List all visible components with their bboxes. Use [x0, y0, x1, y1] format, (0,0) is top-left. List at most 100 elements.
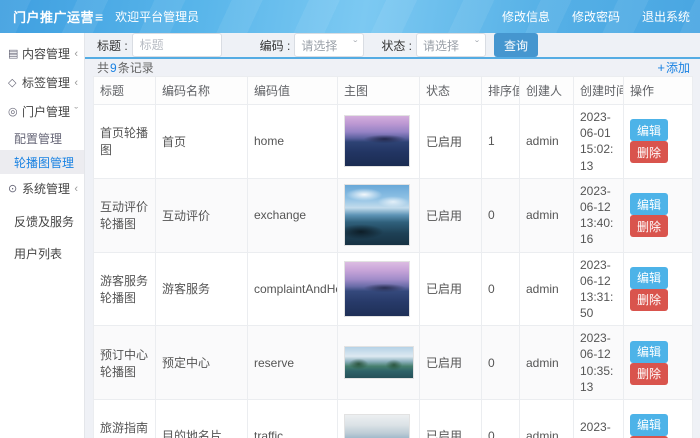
col-header-title: 标题 [94, 77, 156, 105]
cell-sort: 0 [482, 178, 520, 252]
cell-main-image [338, 105, 420, 179]
sidebar: ▤ 内容管理 ‹ ◇ 标签管理 ‹ ◎ 门户管理 ˇ 配置管理 轮播图管理 ⊙ … [0, 33, 85, 438]
sidebar-item-label: 门户管理 [22, 103, 74, 120]
cell-creator: admin [520, 178, 574, 252]
cell-sort: 0 [482, 400, 520, 438]
col-header-code-value: 编码值 [248, 77, 338, 105]
cell-code-name: 首页 [156, 105, 248, 179]
cell-created-time: 2023-06-01 15:02:13 [574, 105, 624, 179]
col-header-sort: 排序值 [482, 77, 520, 105]
record-count: 共9条记录 [97, 59, 154, 76]
search-button[interactable]: 查询 [494, 33, 538, 57]
col-header-operations: 操作 [624, 77, 693, 105]
edit-button[interactable]: 编辑 [630, 119, 668, 141]
chevron-down-icon: ˇ [353, 38, 357, 52]
cell-code-name: 预定中心 [156, 326, 248, 400]
delete-button[interactable]: 删除 [630, 363, 668, 385]
cell-operations: 编辑删除 [624, 178, 693, 252]
status-filter-label: 状态 : [381, 37, 412, 54]
cell-code-value: home [248, 105, 338, 179]
content-manage-icon: ▤ [8, 47, 22, 60]
header-links: 修改信息 修改密码 退出系统 [502, 8, 690, 25]
cell-title: 互动评价轮播图 [94, 178, 156, 252]
top-header: 门户推广运营 ≡ 欢迎平台管理员 修改信息 修改密码 退出系统 [0, 0, 700, 33]
table-row: 旅游指南轮播图 目的地名片 traffic 已启用 0 admin 2023-0… [94, 400, 693, 438]
cell-code-value: reserve [248, 326, 338, 400]
col-header-main-image: 主图 [338, 77, 420, 105]
table-row: 游客服务轮播图 游客服务 complaintAndHelp 已启用 0 admi… [94, 252, 693, 326]
add-button[interactable]: +添加 [657, 59, 690, 76]
cell-operations: 编辑删除 [624, 252, 693, 326]
cell-created-time: 2023-06-12 10:35:13 [574, 326, 624, 400]
sunset-pier-photo [344, 115, 410, 167]
edit-button[interactable]: 编辑 [630, 341, 668, 363]
tag-manage-icon: ◇ [8, 76, 22, 89]
edit-button[interactable]: 编辑 [630, 193, 668, 215]
table-row: 首页轮播图 首页 home 已启用 1 admin 2023-06-01 15:… [94, 105, 693, 179]
cell-title: 旅游指南轮播图 [94, 400, 156, 438]
code-select[interactable]: 请选择 ˇ [294, 33, 364, 57]
status-select-value: 请选择 [423, 37, 475, 54]
sidebar-item-system-manage[interactable]: ⊙ 系统管理 ‹ [0, 174, 84, 203]
sidebar-item-label: 标签管理 [22, 74, 74, 91]
cell-creator: admin [520, 252, 574, 326]
status-select[interactable]: 请选择 ˇ [416, 33, 486, 57]
cell-created-time: 2023-06-12 13:40:16 [574, 178, 624, 252]
cell-main-image [338, 326, 420, 400]
edit-info-link[interactable]: 修改信息 [502, 8, 550, 25]
cell-code-value: traffic [248, 400, 338, 438]
cell-code-value: complaintAndHelp [248, 252, 338, 326]
cell-sort: 0 [482, 252, 520, 326]
sidebar-item-feedback-service[interactable]: 反馈及服务 [0, 207, 84, 235]
sidebar-item-portal-manage[interactable]: ◎ 门户管理 ˇ [0, 97, 84, 126]
cell-created-time: 2023-06-12 13:31:50 [574, 252, 624, 326]
cell-status: 已启用 [420, 105, 482, 179]
col-header-created-time: 创建时间 [574, 77, 624, 105]
cell-code-value: exchange [248, 178, 338, 252]
delete-button[interactable]: 删除 [630, 141, 668, 163]
sidebar-item-label: 系统管理 [22, 180, 74, 197]
logout-link[interactable]: 退出系统 [642, 8, 690, 25]
sidebar-item-user-list[interactable]: 用户列表 [0, 239, 84, 267]
delete-button[interactable]: 删除 [630, 215, 668, 237]
carousel-table: 标题 编码名称 编码值 主图 状态 排序值 创建人 创建时间 操作 首页轮播图 [93, 76, 693, 438]
cell-main-image [338, 252, 420, 326]
sidebar-item-tag-manage[interactable]: ◇ 标签管理 ‹ [0, 68, 84, 97]
cell-created-time: 2023-06-12 [574, 400, 624, 438]
change-password-link[interactable]: 修改密码 [572, 8, 620, 25]
main-content: 标题 : 编码 : 请选择 ˇ 状态 : 请选择 ˇ 查询 共9条记录 +添加 [85, 33, 700, 438]
chevron-left-icon: ‹ [74, 77, 78, 89]
cell-code-name: 目的地名片 [156, 400, 248, 438]
cell-code-name: 游客服务 [156, 252, 248, 326]
edit-button[interactable]: 编辑 [630, 414, 668, 436]
sidebar-item-label: 内容管理 [22, 45, 74, 62]
carousel-table-wrap: 标题 编码名称 编码值 主图 状态 排序值 创建人 创建时间 操作 首页轮播图 [93, 76, 692, 438]
record-count-suffix: 条记录 [118, 61, 154, 75]
chevron-left-icon: ‹ [74, 183, 78, 195]
system-manage-icon: ⊙ [8, 182, 22, 195]
menu-toggle-icon[interactable]: ≡ [95, 9, 103, 25]
record-count-prefix: 共 [97, 61, 109, 75]
rocky-sea-photo [344, 184, 410, 246]
beach-resort-photo [344, 346, 414, 379]
sidebar-subitem-carousel-manage[interactable]: 轮播图管理 [0, 150, 84, 174]
sidebar-subitem-config-manage[interactable]: 配置管理 [0, 126, 84, 150]
table-row: 互动评价轮播图 互动评价 exchange 已启用 0 admin 2023-0… [94, 178, 693, 252]
col-header-creator: 创建人 [520, 77, 574, 105]
cell-status: 已启用 [420, 178, 482, 252]
col-header-status: 状态 [420, 77, 482, 105]
chevron-down-icon: ˇ [475, 38, 479, 52]
title-filter-input[interactable] [132, 33, 222, 57]
welcome-text: 欢迎平台管理员 [115, 8, 199, 25]
portal-manage-icon: ◎ [8, 105, 22, 118]
aerial-beach-photo [344, 414, 410, 438]
code-filter-label: 编码 : [260, 37, 291, 54]
cell-title: 首页轮播图 [94, 105, 156, 179]
edit-button[interactable]: 编辑 [630, 267, 668, 289]
sunset-pier-photo [344, 261, 410, 317]
sidebar-item-content-manage[interactable]: ▤ 内容管理 ‹ [0, 39, 84, 68]
cell-creator: admin [520, 326, 574, 400]
cell-main-image [338, 178, 420, 252]
delete-button[interactable]: 删除 [630, 289, 668, 311]
cell-status: 已启用 [420, 252, 482, 326]
